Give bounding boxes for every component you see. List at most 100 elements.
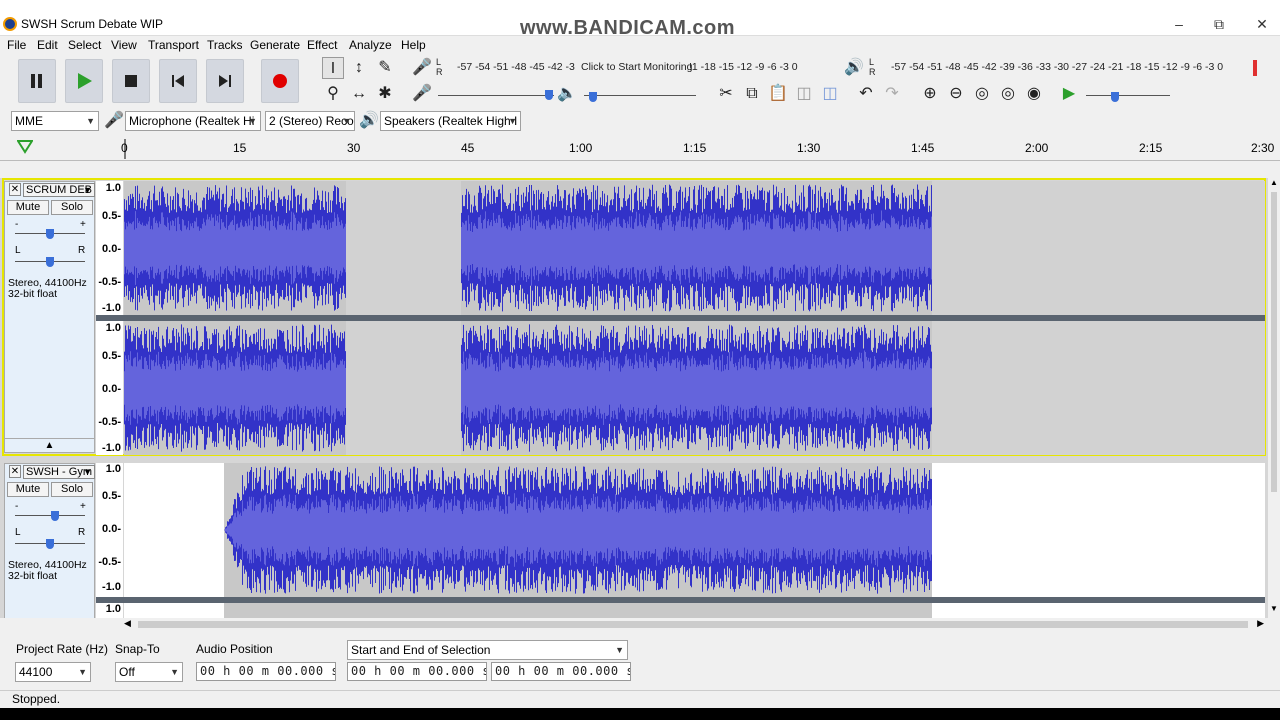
- menu-file[interactable]: File: [7, 38, 26, 52]
- tracks-area[interactable]: ✕ SCRUM DEB ▼ Mute Solo - + L R Stereo, 4…: [0, 178, 1268, 618]
- audio-host-select[interactable]: MME ▼: [11, 111, 99, 131]
- menu-select[interactable]: Select: [68, 38, 101, 52]
- paste-icon[interactable]: 📋: [767, 83, 789, 105]
- recording-volume-slider[interactable]: [438, 95, 554, 96]
- timeline-ruler[interactable]: 0 15 30 45 1:00 1:15 1:30 1:45 2:00 2:15…: [0, 137, 1280, 161]
- horizontal-scroll-thumb[interactable]: [138, 621, 1248, 628]
- track-2-control-panel[interactable]: ✕ SWSH - Gym ▼ Mute Solo - + L R Stereo, …: [4, 463, 95, 618]
- playback-meter-speaker-icon[interactable]: 🔊: [843, 57, 865, 79]
- track-2-channel-2-scale: 1.0: [96, 603, 123, 618]
- copy-icon[interactable]: ⧉: [741, 83, 763, 105]
- scroll-up-icon[interactable]: ▲: [1270, 178, 1278, 187]
- pause-button[interactable]: [18, 59, 56, 103]
- vertical-scrollbar[interactable]: ▲ ▼: [1268, 178, 1280, 618]
- scroll-left-icon[interactable]: ◀: [124, 618, 131, 629]
- selection-mode-select[interactable]: Start and End of Selection ▼: [347, 640, 628, 660]
- selection-end-field[interactable]: 00 h 00 m 00.000 s: [491, 662, 631, 681]
- play-button[interactable]: [65, 59, 103, 103]
- selection-start-field[interactable]: 00 h 00 m 00.000 s: [347, 662, 487, 681]
- track-2-gain-minus: -: [15, 501, 19, 512]
- track-1-gain-thumb[interactable]: [46, 229, 54, 239]
- record-meter-mic-icon[interactable]: 🎤: [411, 57, 433, 79]
- track-1-solo-button[interactable]: Solo: [51, 200, 93, 215]
- play-at-speed-icon[interactable]: ▶: [1058, 83, 1080, 105]
- track-1-gain-plus: +: [80, 219, 86, 230]
- scroll-right-icon[interactable]: ▶: [1257, 618, 1264, 629]
- multi-tool-icon[interactable]: ✱: [374, 83, 396, 105]
- restore-icon[interactable]: ⧉: [1208, 14, 1230, 34]
- track-2-mute-button[interactable]: Mute: [7, 482, 49, 497]
- screen-bottom-edge: [0, 708, 1280, 720]
- track-2-gain-slider[interactable]: [15, 515, 85, 516]
- zoom-in-icon[interactable]: ⊕: [919, 83, 941, 105]
- menu-effect[interactable]: Effect: [307, 38, 337, 52]
- menu-tracks[interactable]: Tracks: [207, 38, 243, 52]
- menu-generate[interactable]: Generate: [250, 38, 300, 52]
- zoom-out-icon[interactable]: ⊖: [945, 83, 967, 105]
- track-1-channel-2-waveform[interactable]: [124, 321, 1265, 455]
- zoom-tool-icon[interactable]: ⚲: [322, 83, 344, 105]
- track-1-collapse-button[interactable]: ▲: [5, 438, 94, 452]
- track-1-close-button[interactable]: ✕: [9, 183, 21, 196]
- stop-button[interactable]: [112, 59, 150, 103]
- ruler-tick: 1:45: [911, 141, 935, 155]
- menu-view[interactable]: View: [111, 38, 137, 52]
- track-2-close-button[interactable]: ✕: [9, 465, 21, 478]
- project-rate-select[interactable]: 44100 ▼: [15, 662, 91, 682]
- status-bar: Stopped.: [0, 690, 1280, 708]
- track-1-mute-button[interactable]: Mute: [7, 200, 49, 215]
- menu-help[interactable]: Help: [401, 38, 426, 52]
- skip-start-icon: [172, 75, 184, 87]
- snap-to-select[interactable]: Off ▼: [115, 662, 183, 682]
- envelope-tool-icon[interactable]: ↕: [348, 57, 370, 79]
- cut-icon[interactable]: ✂: [715, 83, 737, 105]
- fit-selection-icon[interactable]: ◎: [971, 83, 993, 105]
- silence-icon[interactable]: ◫: [819, 83, 841, 105]
- selection-tool-icon[interactable]: I: [322, 57, 344, 79]
- trim-icon[interactable]: ◫: [793, 83, 815, 105]
- playback-meter-scale: -57 -54 -51 -48 -45 -42 -39 -36 -33 -30 …: [891, 61, 1224, 73]
- playback-volume-slider[interactable]: [584, 95, 696, 96]
- recording-channels-select[interactable]: 2 (Stereo) Reco ▼: [265, 111, 355, 131]
- draw-tool-icon[interactable]: ✎: [374, 57, 396, 79]
- vertical-scroll-thumb[interactable]: [1271, 192, 1277, 492]
- timeline-options-icon[interactable]: [17, 140, 33, 154]
- track-2-solo-button[interactable]: Solo: [51, 482, 93, 497]
- audio-position-field[interactable]: 00 h 00 m 00.000 s: [196, 662, 336, 681]
- menu-transport[interactable]: Transport: [148, 38, 199, 52]
- playback-device-select[interactable]: Speakers (Realtek High I ▼: [380, 111, 521, 131]
- playback-volume-thumb[interactable]: [589, 92, 597, 102]
- close-icon[interactable]: ✕: [1251, 14, 1273, 34]
- track-2-channel-1-scale: 1.0 0.5- 0.0- -0.5- -1.0: [96, 463, 123, 597]
- fit-project-icon[interactable]: ◎: [997, 83, 1019, 105]
- track-2-name-menu[interactable]: SWSH - Gym ▼: [23, 465, 95, 479]
- start-monitoring-prompt[interactable]: Click to Start Monitoring: [580, 61, 694, 73]
- track-2-gain-thumb[interactable]: [51, 511, 59, 521]
- track-1-pan-thumb[interactable]: [46, 257, 54, 267]
- zoom-toggle-icon[interactable]: ◉: [1023, 83, 1045, 105]
- recording-volume-thumb[interactable]: [545, 90, 553, 100]
- play-at-speed-slider[interactable]: [1086, 95, 1170, 96]
- undo-icon[interactable]: ↶: [855, 83, 877, 105]
- track-2-channel-2-waveform[interactable]: [124, 603, 1265, 618]
- track-2-channel-1-waveform[interactable]: [124, 463, 1265, 597]
- track-1-name-menu[interactable]: SCRUM DEB ▼: [23, 183, 95, 197]
- menu-edit[interactable]: Edit: [37, 38, 58, 52]
- skip-to-start-button[interactable]: [159, 59, 197, 103]
- skip-to-end-button[interactable]: [206, 59, 244, 103]
- record-button[interactable]: [261, 59, 299, 103]
- minimize-icon[interactable]: –: [1168, 14, 1190, 34]
- track-2-pan-thumb[interactable]: [46, 539, 54, 549]
- track-1-channel-1-waveform[interactable]: [124, 181, 1265, 315]
- horizontal-scrollbar[interactable]: ◀ ▶: [124, 618, 1268, 631]
- ruler-tick: 1:00: [569, 141, 593, 155]
- redo-icon[interactable]: ↷: [881, 83, 903, 105]
- timeshift-tool-icon[interactable]: ↔: [348, 83, 370, 105]
- window-title: SWSH Scrum Debate WIP: [21, 17, 164, 31]
- track-1-control-panel[interactable]: ✕ SCRUM DEB ▼ Mute Solo - + L R Stereo, 4…: [4, 181, 95, 453]
- recording-device-select[interactable]: Microphone (Realtek Hi ▼: [125, 111, 261, 131]
- menu-analyze[interactable]: Analyze: [349, 38, 392, 52]
- play-at-speed-thumb[interactable]: [1111, 92, 1119, 102]
- scroll-down-icon[interactable]: ▼: [1270, 604, 1278, 613]
- record-meter-lr-label: LR: [436, 57, 443, 77]
